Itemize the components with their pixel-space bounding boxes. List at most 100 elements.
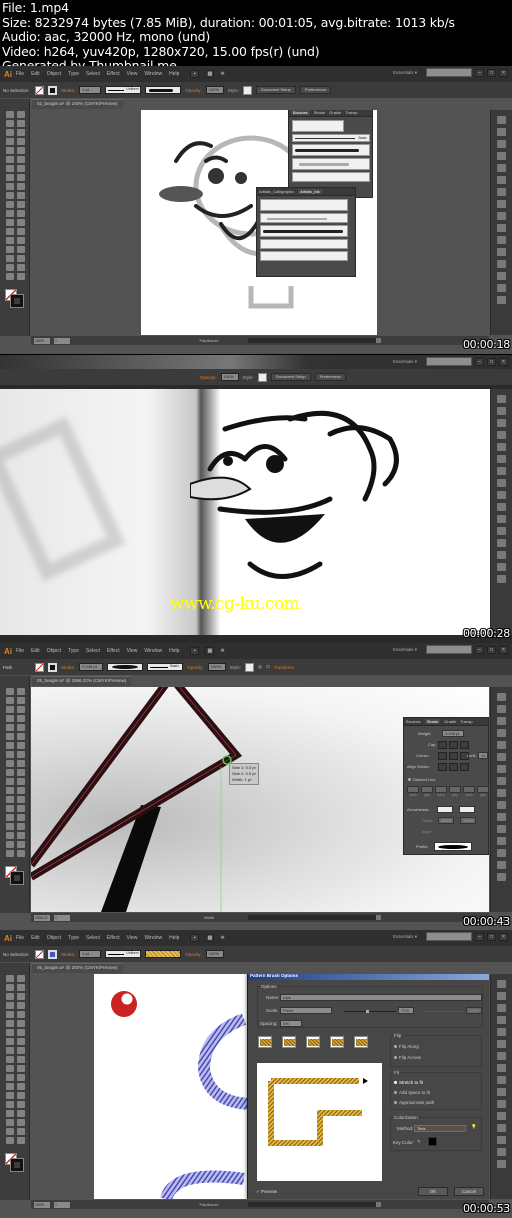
panel-dock-icon[interactable] <box>497 873 506 881</box>
menu-window[interactable]: Window <box>144 648 162 654</box>
preview-checkbox[interactable]: ✓ Preview <box>256 1189 277 1195</box>
brush-swatch-row[interactable] <box>292 120 344 132</box>
tool-icon[interactable] <box>6 174 14 181</box>
tool-icon[interactable] <box>17 1065 25 1072</box>
scale-value-field[interactable]: 71% <box>398 1007 414 1014</box>
search-help-input[interactable] <box>426 932 472 941</box>
menu-type[interactable]: Type <box>68 71 79 77</box>
tool-icon[interactable] <box>6 237 14 244</box>
current-tool-status[interactable]: Paintbrush <box>174 1202 244 1207</box>
tool-icon[interactable] <box>6 706 14 713</box>
limit-field[interactable]: 10 <box>478 752 488 759</box>
opacity-field[interactable]: 100% <box>205 86 224 94</box>
search-help-input[interactable] <box>426 357 472 366</box>
style-swatch[interactable] <box>245 662 255 672</box>
key-color-swatch[interactable] <box>428 1137 437 1146</box>
brush-basic[interactable]: Basic <box>292 134 370 142</box>
menu-file[interactable]: File <box>16 935 24 941</box>
horizontal-scrollbar[interactable] <box>248 338 381 343</box>
arrange-documents-icon[interactable]: ▦ <box>205 70 215 78</box>
tool-icon[interactable] <box>6 1110 14 1117</box>
fill-swatch[interactable] <box>35 85 44 95</box>
scale-slider[interactable] <box>344 1010 396 1013</box>
miter-join-button[interactable] <box>438 752 447 760</box>
workspace-switcher[interactable]: Essentials ▾ <box>393 934 417 940</box>
variable-width-profile[interactable]: Uniform <box>105 86 142 94</box>
tool-icon[interactable] <box>17 264 25 271</box>
panel-dock-icon[interactable] <box>497 200 506 208</box>
menu-select[interactable]: Select <box>86 648 100 654</box>
panel-dock-icon[interactable] <box>497 563 506 571</box>
panel-dock-icon[interactable] <box>497 789 506 797</box>
menu-object[interactable]: Object <box>47 71 61 77</box>
ok-button[interactable]: OK <box>418 1187 448 1196</box>
tool-icon[interactable] <box>17 715 25 722</box>
tab-artistic-calligraphic[interactable]: Artistic_Calligraphic <box>259 189 294 194</box>
tool-icon[interactable] <box>6 715 14 722</box>
start-tile[interactable] <box>330 1036 344 1048</box>
panel-dock-icon[interactable] <box>497 801 506 809</box>
align-center-button[interactable] <box>438 763 447 771</box>
tool-icon[interactable] <box>6 1002 14 1009</box>
close-button[interactable]: × <box>499 357 508 366</box>
tool-icon[interactable] <box>6 742 14 749</box>
tab-gradient[interactable]: Gradie <box>329 110 341 115</box>
tab-stroke[interactable]: Stroke <box>424 719 441 724</box>
tool-icon[interactable] <box>17 975 25 982</box>
artboard-nav-field[interactable]: 1 <box>54 337 70 344</box>
panel-dock-icon[interactable] <box>497 1052 506 1060</box>
transform-link[interactable]: Transform <box>274 665 294 670</box>
brush-name-input[interactable]: rope <box>280 994 482 1001</box>
tool-icon[interactable] <box>17 1128 25 1135</box>
tab-transparency[interactable]: Transp <box>460 719 472 724</box>
panel-dock-icon[interactable] <box>497 717 506 725</box>
tool-icon[interactable] <box>17 111 25 118</box>
start-scale-field[interactable]: 100% <box>438 817 454 824</box>
opacity-label[interactable]: Opacity: <box>200 375 217 380</box>
panel-dock-icon[interactable] <box>497 128 506 136</box>
preferences-button[interactable]: Preferences <box>299 86 332 94</box>
tool-icon[interactable] <box>6 1137 14 1144</box>
tool-icon[interactable] <box>17 688 25 695</box>
tool-icon[interactable] <box>6 787 14 794</box>
tool-icon[interactable] <box>17 733 25 740</box>
tool-icon[interactable] <box>6 156 14 163</box>
tool-icon[interactable] <box>6 993 14 1000</box>
tool-icon[interactable] <box>17 1038 25 1045</box>
round-cap-button[interactable] <box>449 741 458 749</box>
align-icon[interactable]: ⊡ <box>266 664 270 670</box>
tool-icon[interactable] <box>17 769 25 776</box>
panel-dock-icon[interactable] <box>497 455 506 463</box>
tool-icon[interactable] <box>17 129 25 136</box>
sync-settings-icon[interactable]: ✺ <box>220 648 224 654</box>
canvas[interactable]: Pattern Brush Options Options Name: rope… <box>31 974 489 1199</box>
panel-dock-icon[interactable] <box>497 992 506 1000</box>
fit-add-space-radio[interactable]: Add space to fit <box>394 1090 430 1095</box>
tool-icon[interactable] <box>6 984 14 991</box>
close-button[interactable]: × <box>499 645 508 654</box>
tool-icon[interactable] <box>17 165 25 172</box>
butt-cap-button[interactable] <box>438 741 447 749</box>
tool-icon[interactable] <box>17 201 25 208</box>
tool-icon[interactable] <box>6 1065 14 1072</box>
panel-dock-icon[interactable] <box>497 837 506 845</box>
panel-dock-icon[interactable] <box>497 1064 506 1072</box>
stroke-weight-field[interactable]: 1 pt <box>79 86 102 94</box>
document-setup-button[interactable]: Document Setup <box>256 86 296 94</box>
tool-icon[interactable] <box>17 742 25 749</box>
panel-dock-icon[interactable] <box>497 431 506 439</box>
tool-icon[interactable] <box>6 138 14 145</box>
tool-icon[interactable] <box>6 1056 14 1063</box>
tool-icon[interactable] <box>17 120 25 127</box>
menu-file[interactable]: File <box>16 648 24 654</box>
panel-dock-icon[interactable] <box>497 116 506 124</box>
panel-dock-icon[interactable] <box>497 395 506 403</box>
dash-gap-field[interactable]: gap <box>477 786 489 797</box>
tool-icon[interactable] <box>6 183 14 190</box>
panel-dock-icon[interactable] <box>497 777 506 785</box>
brush-definition[interactable]: Basic <box>147 663 184 671</box>
stroke-weight-field[interactable]: 1 pt <box>79 950 102 958</box>
scale-mode-select[interactable]: Fixed <box>280 1007 332 1014</box>
preferences-button[interactable]: Preferences <box>314 373 347 381</box>
arrange-documents-icon[interactable]: ▦ <box>205 934 215 942</box>
